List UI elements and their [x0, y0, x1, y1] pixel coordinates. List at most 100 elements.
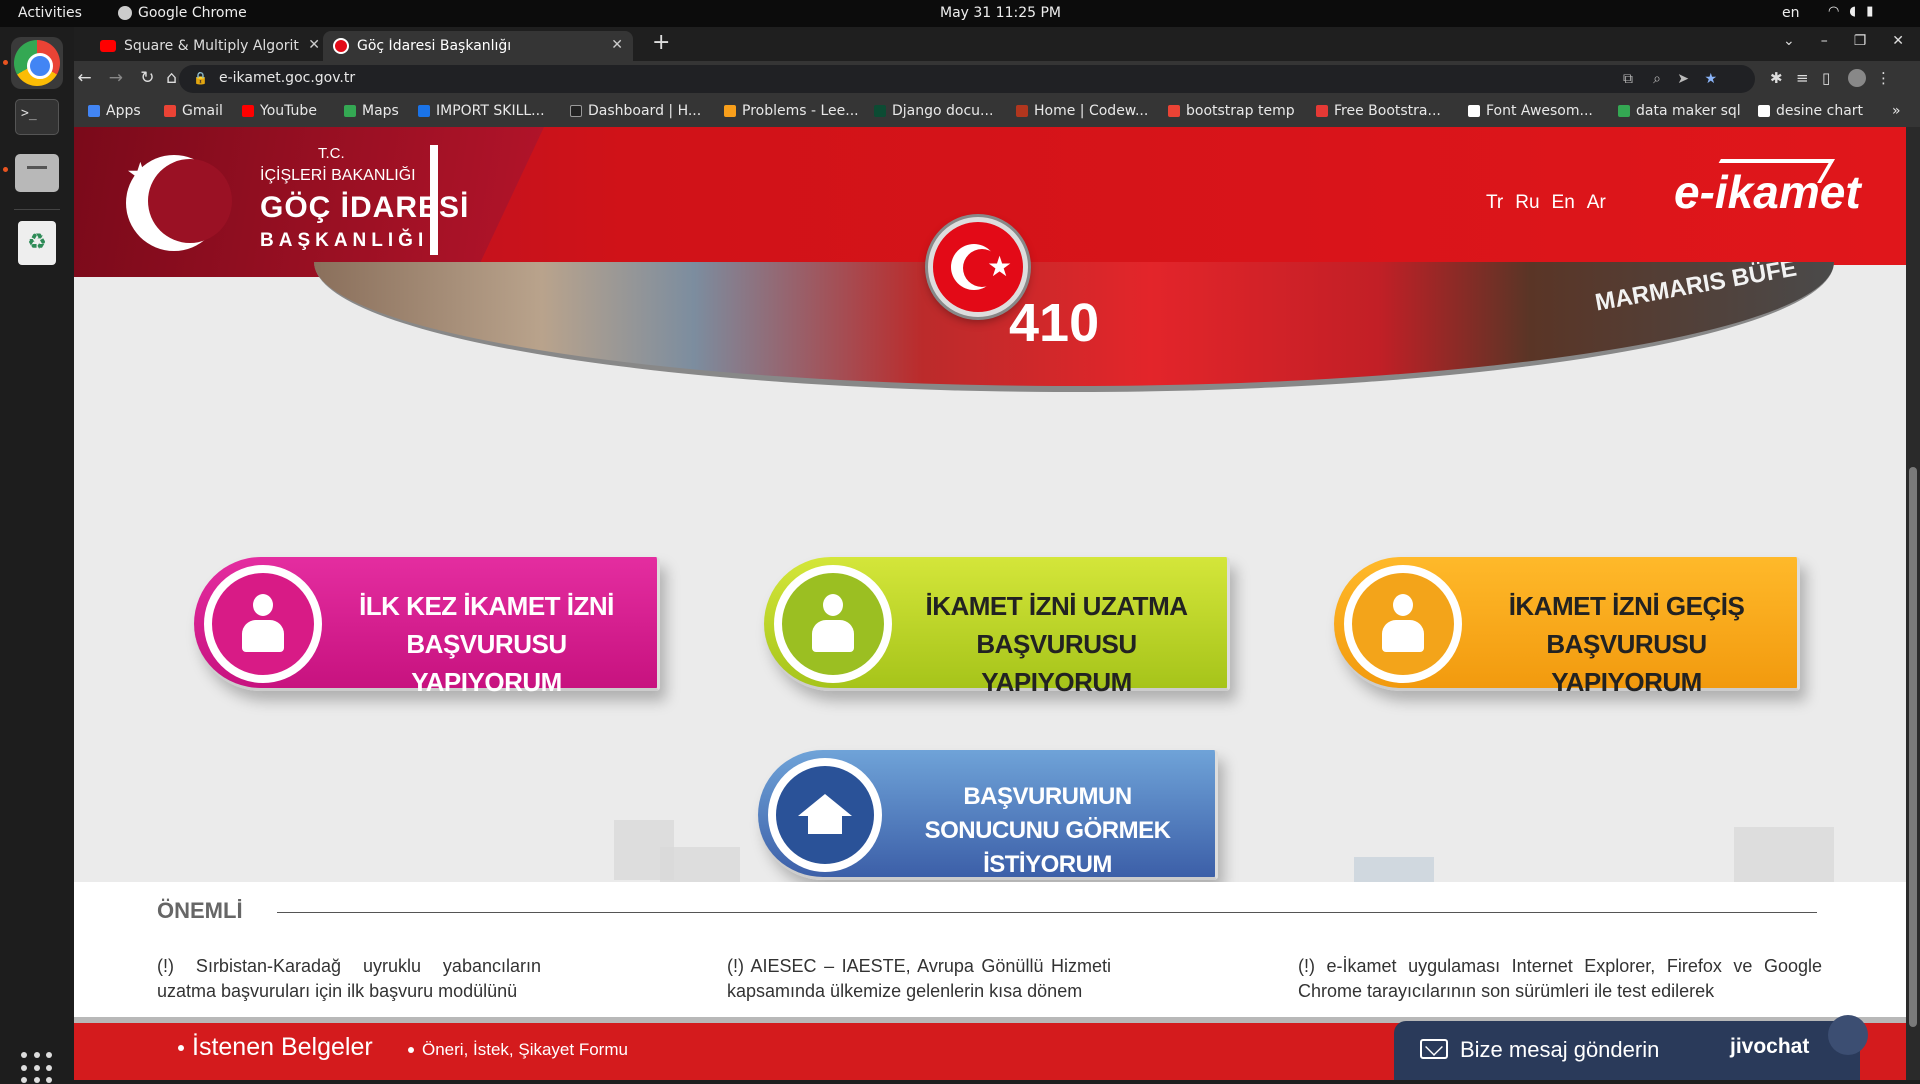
e-ikamet-logo[interactable]: e-ikamet [1674, 165, 1861, 219]
language-switcher: Tr Ru En Ar [1486, 192, 1606, 214]
youtube-icon [242, 105, 254, 117]
goc-favicon-icon [333, 38, 349, 54]
mail-icon [1168, 105, 1180, 117]
circle-badge [774, 565, 892, 683]
files-icon [15, 154, 59, 192]
app-name: Google Chrome [138, 5, 247, 21]
more-bookmarks-icon[interactable]: » [1892, 103, 1901, 119]
button-label: İKAMET İZNİ UZATMA BAŞVURUSU YAPIYORUM [925, 591, 1188, 697]
active-app-menu[interactable]: Google Chrome [118, 5, 247, 21]
home-icon[interactable]: ⌂ [150, 68, 177, 88]
star-logo-icon: ★ [126, 155, 155, 193]
bookmark-free-bootstrap[interactable]: Free Bootstra... [1316, 103, 1441, 119]
tab-youtube[interactable]: Square & Multiply Algorit ✕ [90, 31, 330, 61]
gmail-icon [164, 105, 176, 117]
bookmark-star-icon[interactable]: ★ [1704, 71, 1717, 87]
transfer-application-button[interactable]: İKAMET İZNİ GEÇİŞ BAŞVURUSU YAPIYORUM [1334, 557, 1800, 697]
trash-icon: ♻ [18, 221, 56, 265]
bookmark-django[interactable]: Django docu... [874, 103, 993, 119]
shop-sign: MARMARIS BÜFE [1593, 262, 1799, 317]
activities-button[interactable]: Activities [18, 5, 82, 21]
bookmark-problems[interactable]: Problems - Lee... [724, 103, 859, 119]
bookmark-bootstrap[interactable]: bootstrap temp [1168, 103, 1295, 119]
side-panel-icon[interactable]: ▯ [1822, 69, 1830, 87]
lang-ar[interactable]: Ar [1587, 192, 1606, 214]
clock[interactable]: May 31 11:25 PM [940, 5, 1061, 21]
scrollbar-thumb[interactable] [1909, 467, 1917, 1027]
feedback-form-link[interactable]: Öneri, İstek, Şikayet Formu [408, 1040, 628, 1060]
media-icon[interactable]: ≡ [1796, 69, 1809, 87]
bookmark-desine-chart[interactable]: desine chart [1758, 103, 1863, 119]
bookmark-gmail[interactable]: Gmail [164, 103, 223, 119]
bookmark-maps[interactable]: Maps [344, 103, 399, 119]
person-presentation-icon [808, 594, 858, 654]
bookmark-font-awesome[interactable]: Font Awesom... [1468, 103, 1593, 119]
forward-arrow-icon[interactable]: → [98, 68, 123, 88]
dock: >_ ♻ [0, 27, 74, 1084]
circle-badge [768, 758, 882, 872]
send-icon[interactable]: ➤ [1677, 71, 1689, 87]
profile-avatar[interactable] [1848, 69, 1866, 87]
show-applications-icon[interactable] [21, 1052, 53, 1084]
bookmark-data-maker[interactable]: data maker sql [1618, 103, 1741, 119]
running-indicator [3, 167, 8, 172]
required-documents-link[interactable]: İstenen Belgeler [178, 1033, 373, 1062]
bookmark-codewars[interactable]: Home | Codew... [1016, 103, 1148, 119]
minimize-button[interactable]: – [1821, 33, 1828, 49]
lock-icon: 🔒 [193, 71, 208, 85]
skyline-decoration [660, 847, 740, 887]
extension-application-button[interactable]: İKAMET İZNİ UZATMA BAŞVURUSU YAPIYORUM [764, 557, 1230, 697]
maps-pin-icon [344, 105, 356, 117]
lang-en[interactable]: En [1552, 192, 1575, 214]
maximize-button[interactable]: ❐ [1854, 33, 1867, 49]
back-arrow-icon[interactable]: ← [72, 68, 91, 88]
envelope-icon [1420, 1039, 1448, 1059]
lang-ru[interactable]: Ru [1515, 192, 1539, 214]
bullet-icon [178, 1044, 184, 1051]
menu-icon[interactable]: ⋮ [1876, 69, 1891, 87]
zoom-icon[interactable]: ⌕ [1653, 71, 1661, 87]
first-application-button[interactable]: İLK KEZ İKAMET İZNİ BAŞVURUSU YAPIYORUM [194, 557, 660, 697]
dock-terminal[interactable]: >_ [11, 91, 63, 143]
address-bar[interactable]: 🔒 e-ikamet.goc.gov.tr ⧉ ⌕ ➤ ★ [179, 65, 1755, 93]
bookmark-apps[interactable]: Apps [88, 103, 141, 119]
hackerrank-icon [570, 105, 582, 117]
bookmark-import-skill[interactable]: IMPORT SKILL... [418, 103, 545, 119]
logo-divider [430, 145, 438, 255]
tab-goc[interactable]: Göç İdaresi Başkanlığı ✕ [323, 31, 633, 61]
jivochat-widget[interactable]: Bize mesaj gönderin jivochat [1394, 1015, 1868, 1080]
logo-ministry: İÇİŞLERİ BAKANLIĞI [260, 167, 416, 184]
page-scrollbar[interactable] [1906, 127, 1920, 1080]
close-window-button[interactable]: ✕ [1892, 33, 1904, 49]
system-tray[interactable]: ◠ ◖ ▮ [1828, 4, 1873, 19]
tab-title: Square & Multiply Algorit [124, 38, 299, 54]
skyline-decoration [1734, 827, 1834, 887]
istanbul-banner: 410 MARMARIS BÜFE [314, 262, 1834, 392]
turkish-flag-icon: ★ [928, 217, 1028, 317]
tab-search-icon[interactable]: ⌄ [1783, 33, 1795, 49]
bullet-icon [408, 1047, 414, 1053]
person-document-icon [1378, 594, 1428, 654]
tab-strip: Square & Multiply Algorit ✕ Göç İdaresi … [74, 27, 1920, 61]
terminal-icon: >_ [15, 99, 59, 135]
extensions-icon[interactable]: ✱ [1770, 69, 1783, 87]
battery-icon: ▮ [1866, 4, 1874, 19]
dock-trash[interactable]: ♻ [11, 217, 63, 269]
language-indicator[interactable]: en [1782, 5, 1800, 21]
dock-files[interactable] [11, 147, 63, 199]
dock-chrome[interactable] [11, 37, 63, 89]
notice-browser: (!) e-İkamet uygulaması Internet Explore… [1298, 956, 1822, 1001]
translate-icon[interactable]: ⧉ [1623, 71, 1633, 87]
bookmark-dashboard[interactable]: Dashboard | H... [570, 103, 701, 119]
lang-tr[interactable]: Tr [1486, 192, 1503, 214]
volume-icon: ◖ [1849, 4, 1857, 19]
close-tab-icon[interactable]: ✕ [308, 37, 320, 53]
close-tab-icon[interactable]: ✕ [611, 37, 623, 53]
new-tab-button[interactable]: + [652, 30, 670, 55]
youtube-icon [100, 40, 116, 52]
view-result-button[interactable]: BAŞVURUMUN SONUCUNU GÖRMEK İSTİYORUM [758, 750, 1218, 880]
button-label: İKAMET İZNİ GEÇİŞ BAŞVURUSU YAPIYORUM [1508, 591, 1745, 697]
bookmark-youtube[interactable]: YouTube [242, 103, 317, 119]
person-laptop-icon [238, 594, 288, 654]
chat-bubble-icon [1828, 1015, 1868, 1055]
